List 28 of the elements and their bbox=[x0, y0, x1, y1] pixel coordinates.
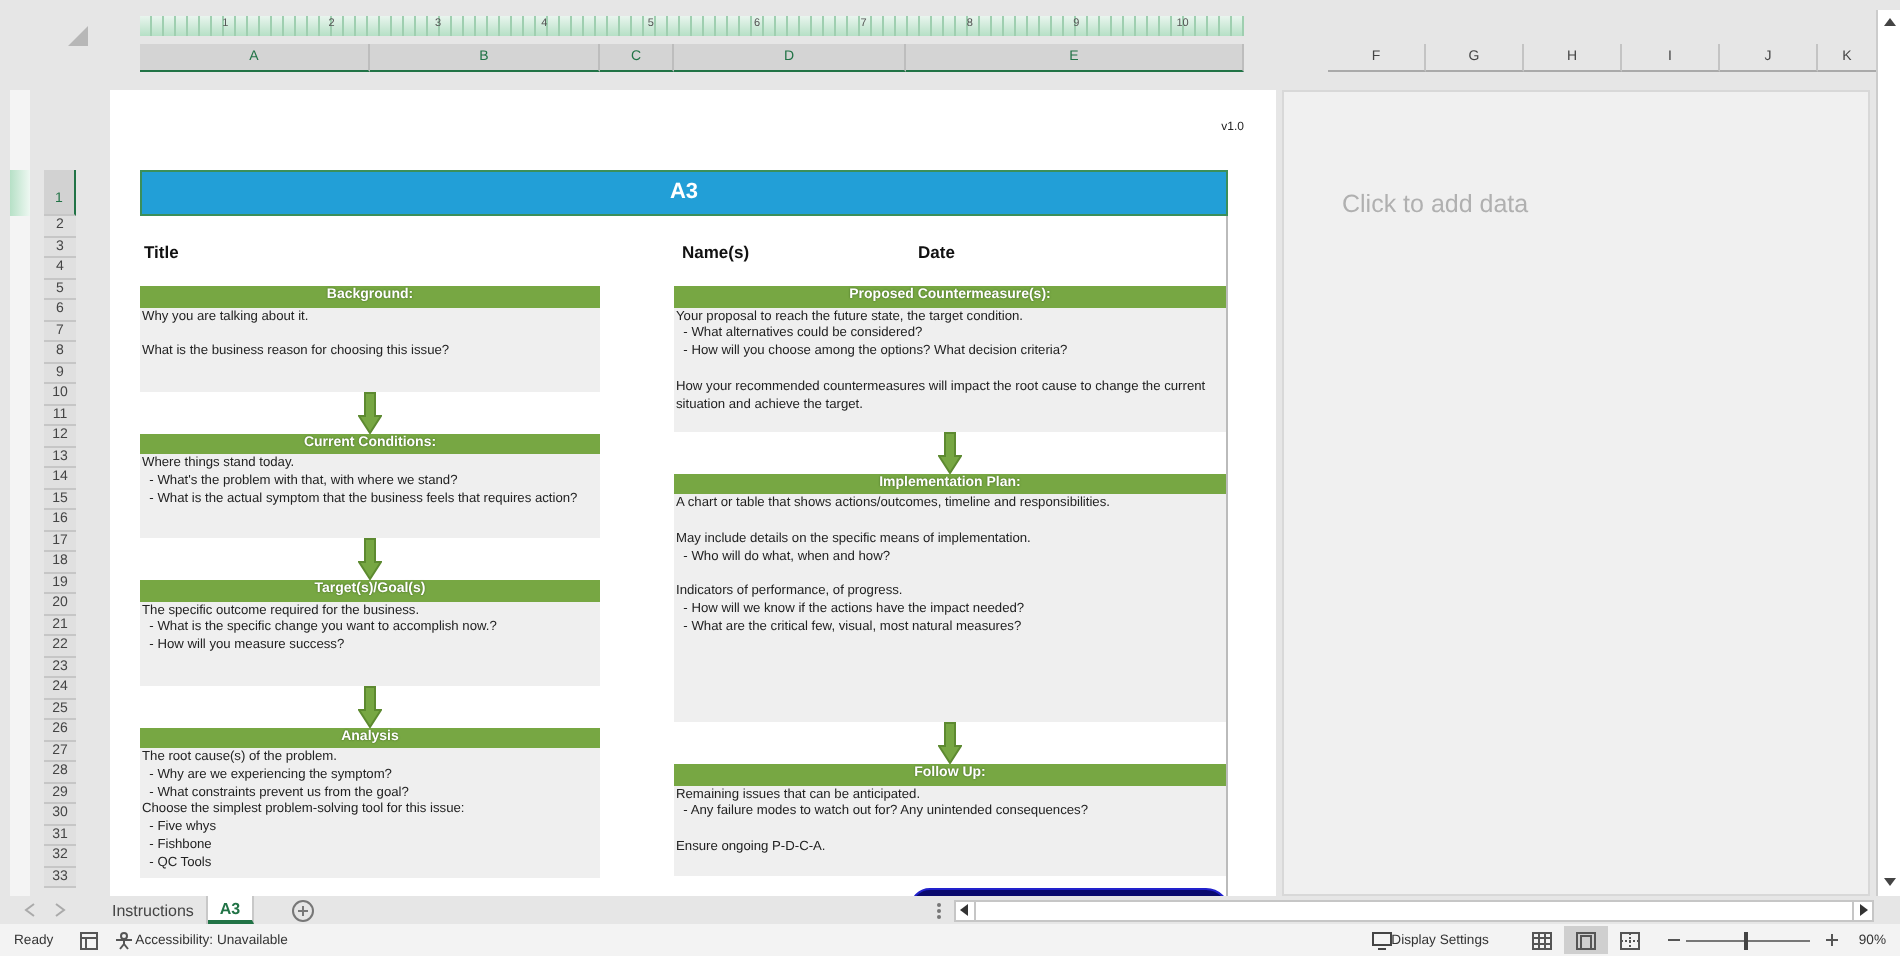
zoom-out-icon[interactable] bbox=[1668, 934, 1681, 946]
person-icon[interactable] bbox=[113, 931, 134, 949]
down-arrow-icon bbox=[938, 722, 962, 764]
scroll-down-icon[interactable] bbox=[1881, 874, 1897, 890]
horizontal-scrollbar[interactable] bbox=[954, 899, 1875, 921]
sheet-icon[interactable] bbox=[79, 931, 98, 949]
field-label: Date bbox=[916, 242, 957, 266]
grid-icon bbox=[1532, 931, 1553, 949]
down-arrow-icon bbox=[358, 685, 382, 727]
title-banner: A3 bbox=[140, 170, 1228, 216]
scroll-up-icon[interactable] bbox=[1881, 14, 1897, 30]
zoom-in-icon[interactable] bbox=[1826, 934, 1839, 946]
field-label: Name(s) bbox=[680, 242, 752, 266]
zoom-slider-thumb[interactable] bbox=[1743, 931, 1748, 949]
page-break-icon bbox=[1620, 931, 1641, 949]
vertical-scrollbar[interactable] bbox=[1876, 10, 1900, 896]
scroll-left-icon[interactable] bbox=[956, 902, 973, 918]
sheet-tab[interactable]: A3 bbox=[207, 896, 255, 924]
add-sheet-icon[interactable] bbox=[292, 899, 315, 921]
monitor-icon[interactable] bbox=[1371, 931, 1392, 949]
page-icon bbox=[1576, 931, 1597, 949]
scroll-right-icon[interactable] bbox=[1856, 902, 1873, 918]
down-arrow-icon bbox=[358, 391, 382, 433]
field-label: Title bbox=[142, 242, 181, 266]
splitter-icon[interactable] bbox=[936, 901, 943, 919]
down-arrow-icon bbox=[358, 538, 382, 580]
down-arrow-icon bbox=[938, 431, 962, 473]
page-layout-view-button[interactable] bbox=[1564, 926, 1609, 954]
